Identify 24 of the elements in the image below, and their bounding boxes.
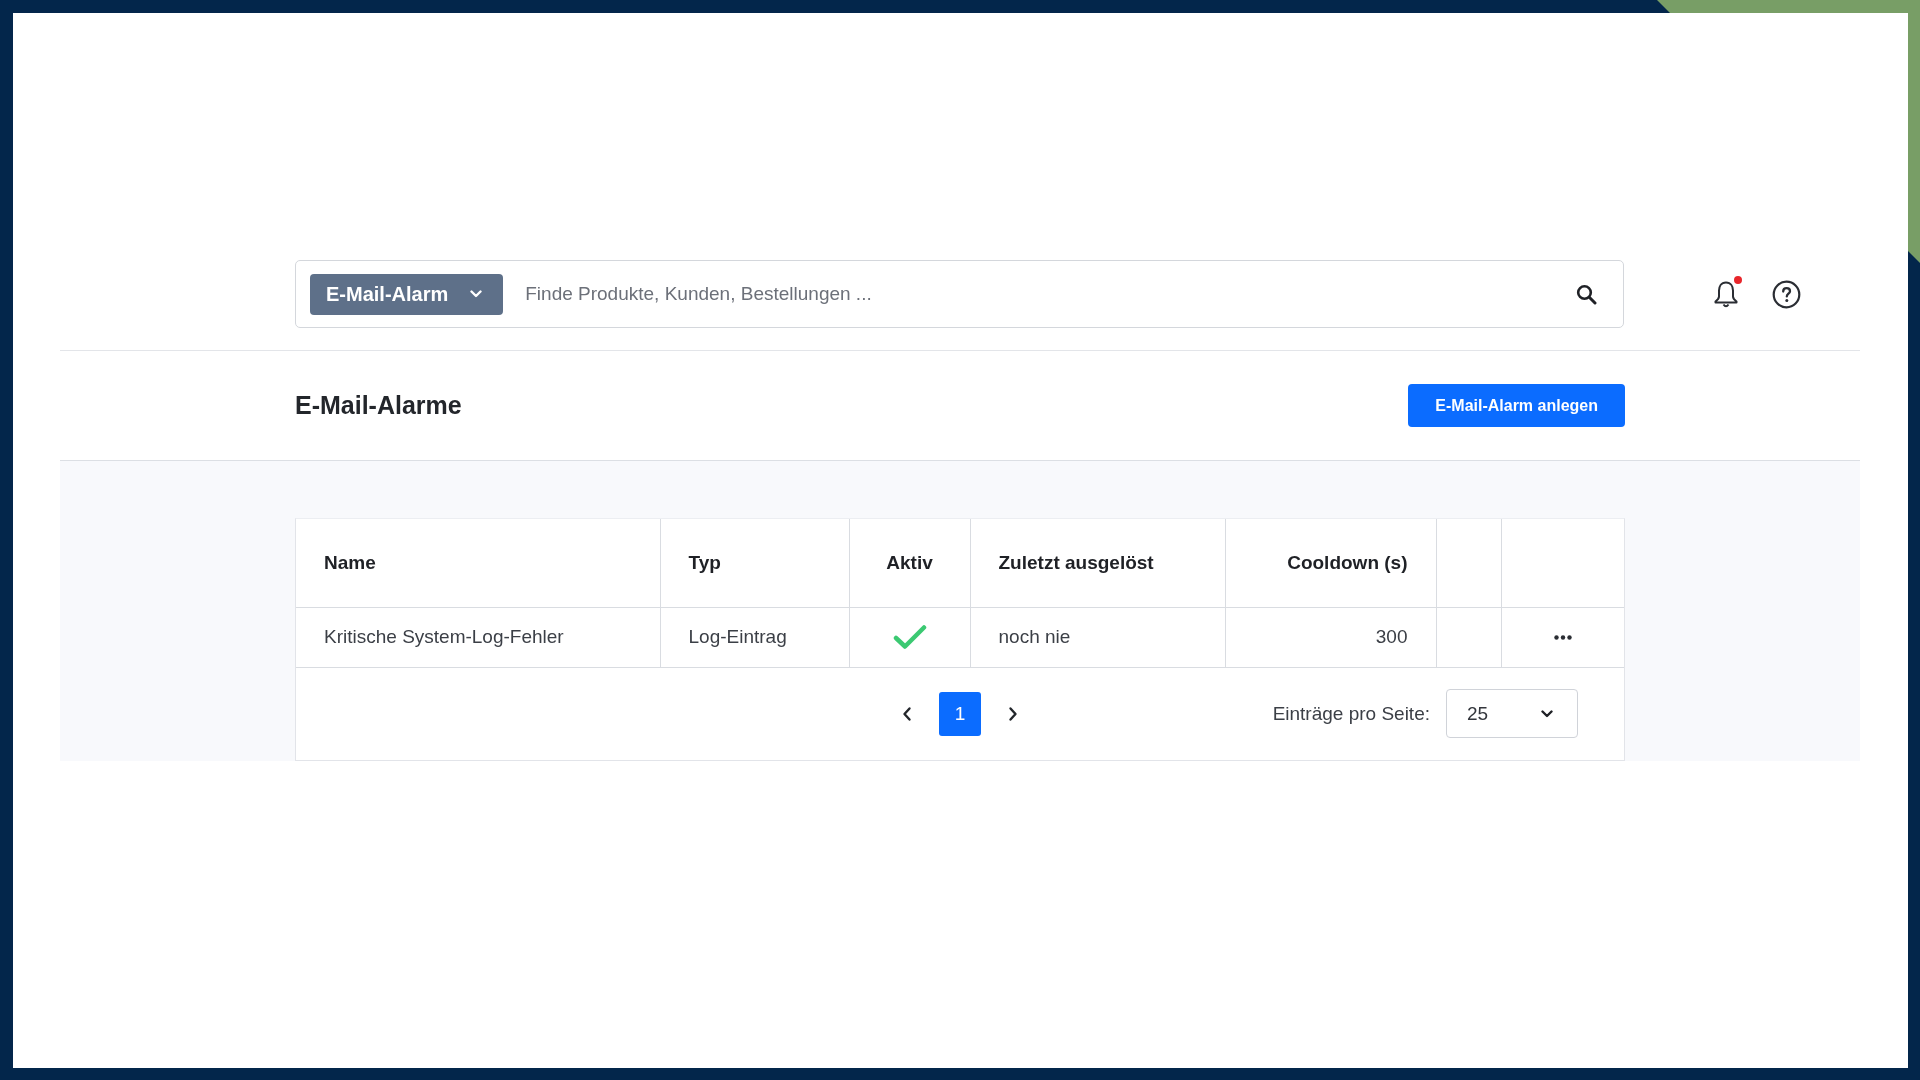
column-header: Cooldown (s) bbox=[1287, 551, 1408, 574]
help-icon[interactable] bbox=[1772, 279, 1801, 309]
table-cell: Log-Eintrag bbox=[660, 607, 849, 667]
page-size-label: Einträge pro Seite: bbox=[1272, 702, 1430, 725]
bell-icon[interactable] bbox=[1713, 279, 1739, 309]
chevron-left-icon[interactable] bbox=[902, 705, 912, 722]
table-cell: 300 bbox=[1225, 607, 1436, 667]
create-alarm-button[interactable]: E-Mail-Alarm anlegen bbox=[1408, 384, 1625, 427]
column-header: Aktiv bbox=[886, 551, 933, 574]
column-header: Typ bbox=[688, 551, 721, 574]
search-field[interactable]: E-Mail-Alarm Finde Produkte, Kunden, Bestellungen ... bbox=[295, 260, 1624, 328]
scope-dropdown-button[interactable]: E-Mail-Alarm bbox=[310, 273, 504, 315]
chevron-right-icon[interactable] bbox=[1008, 705, 1018, 722]
table-cell: noch nie bbox=[970, 607, 1225, 667]
search-icon[interactable] bbox=[1576, 283, 1597, 305]
chevron-down-icon bbox=[470, 290, 483, 298]
chevron-down-icon bbox=[1541, 709, 1553, 718]
more-icon[interactable] bbox=[1553, 635, 1572, 641]
table-cell: Kritische System-Log-Fehler bbox=[296, 607, 660, 667]
page-button[interactable]: 1 bbox=[939, 691, 981, 736]
page-size-select[interactable]: 25 bbox=[1446, 689, 1578, 738]
column-header: Name bbox=[324, 551, 376, 574]
page-title: E-Mail-Alarme bbox=[295, 391, 462, 420]
column-header: Zuletzt ausgelöst bbox=[998, 551, 1154, 574]
